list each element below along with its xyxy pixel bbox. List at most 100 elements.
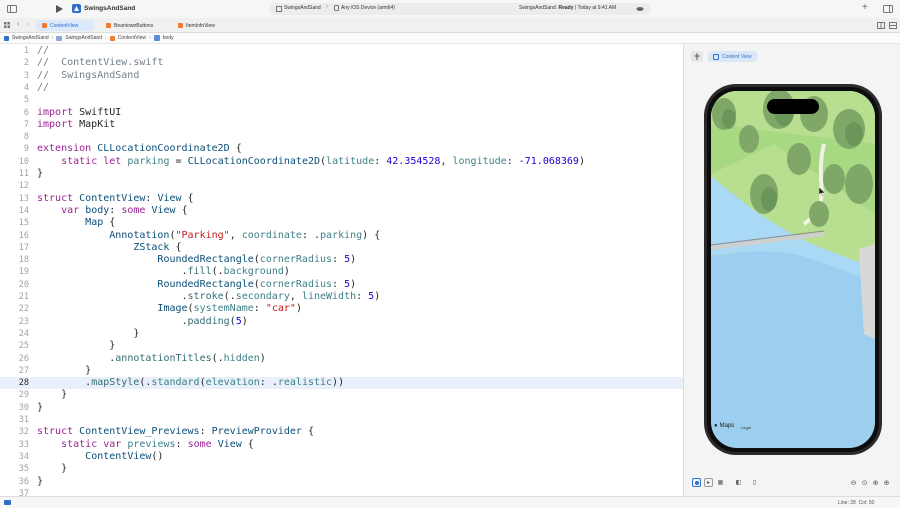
code-line[interactable]: 27 } — [0, 365, 683, 377]
code-token: previews — [127, 438, 176, 450]
cloud-icon[interactable] — [636, 5, 644, 12]
code-token: // ContentView.swift — [37, 57, 164, 69]
editor-options-icon[interactable] — [888, 21, 897, 30]
destination-selector[interactable]: Any iOS Device (arm64) — [341, 5, 395, 11]
zoom-fit-icon[interactable]: ⊙ — [860, 478, 869, 487]
code-line[interactable]: 26 .annotationTitles(.hidden) — [0, 353, 683, 365]
breadcrumb-item[interactable]: SwingsAndSand — [65, 35, 102, 41]
code-editor[interactable]: 1 // 2 // ContentView.swift 3 // SwingsAndSan… — [0, 44, 683, 496]
swift-file-icon — [178, 23, 183, 28]
code-token: lineWidth — [301, 291, 357, 302]
code-line[interactable]: 33 static var previews: some View { — [0, 439, 683, 451]
split-editor-icon[interactable] — [876, 21, 885, 30]
live-preview-button[interactable] — [692, 478, 701, 487]
code-token: , — [229, 229, 242, 241]
code-line[interactable]: 6 import SwiftUI — [0, 107, 683, 119]
property-icon — [153, 35, 160, 41]
code-token: } — [37, 463, 68, 475]
code-line[interactable]: 22 Image(systemName: "car") — [0, 303, 683, 315]
code-line[interactable]: 16 Annotation("Parking", coordinate: .pa… — [0, 230, 683, 242]
code-line[interactable]: 14 var body: some View { — [0, 205, 683, 217]
zoom-100-icon[interactable]: ⊕ — [871, 478, 880, 487]
code-line[interactable]: 23 .padding(5) — [0, 316, 683, 328]
code-line[interactable]: 28 .mapStyle(.standard(elevation: .reali… — [0, 377, 683, 390]
zoom-in-icon[interactable]: ⊕ — [882, 478, 891, 487]
line-number: 26 — [18, 353, 29, 364]
code-token: ) — [295, 303, 302, 315]
folder-icon — [56, 35, 63, 41]
code-token: ) — [350, 278, 357, 290]
code-line[interactable]: 18 RoundedRectangle(cornerRadius: 5) — [0, 254, 683, 266]
code-token: some — [121, 204, 146, 216]
code-line[interactable]: 1 // — [0, 45, 683, 57]
breadcrumb-item[interactable]: SwingsAndSand — [12, 35, 49, 41]
code-line[interactable]: 17 ZStack { — [0, 242, 683, 254]
variants-button[interactable]: ▦ — [716, 478, 725, 487]
code-token: : — [356, 291, 369, 302]
code-line[interactable]: 7 import MapKit — [0, 119, 683, 131]
code-line[interactable]: 12 — [0, 180, 683, 192]
code-token: : — [175, 438, 188, 450]
code-line[interactable]: 21 .stroke(.secondary, lineWidth: 5) — [0, 291, 683, 303]
selectable-button[interactable]: ▸ — [704, 478, 713, 487]
tab-beantownbuttons[interactable]: BeantownButtons — [100, 20, 159, 31]
code-line[interactable]: 20 RoundedRectangle(cornerRadius: 5) — [0, 279, 683, 291]
code-line[interactable]: 25 } — [0, 340, 683, 352]
add-icon[interactable]: + — [862, 2, 868, 13]
code-line[interactable]: 32 struct ContentView_Previews: PreviewPr… — [0, 426, 683, 438]
code-line[interactable]: 15 Map { — [0, 217, 683, 229]
code-line[interactable]: 30} — [0, 402, 683, 414]
forward-icon[interactable]: › — [27, 19, 30, 28]
code-token: SwiftUI — [73, 106, 122, 118]
scheme-selector[interactable]: SwingsAndSand — [284, 5, 321, 11]
code-token: body — [85, 204, 110, 216]
run-button[interactable] — [54, 4, 64, 14]
code-line[interactable]: 3 // SwingsAndSand — [0, 70, 683, 82]
code-line[interactable]: 19 .fill(.background) — [0, 266, 683, 278]
tab-iteminfoview[interactable]: ItemInfoView — [172, 20, 221, 31]
debug-area-toggle-icon[interactable] — [4, 500, 11, 505]
preview-pin-button[interactable]: Content View — [708, 51, 757, 62]
code-text: // — [37, 82, 49, 94]
code-line[interactable]: 34 ContentView() — [0, 451, 683, 463]
code-token: hidden — [223, 352, 260, 364]
code-token: : — [199, 426, 212, 438]
code-token: fill — [187, 266, 212, 278]
device-settings-button[interactable]: ◧ — [734, 478, 743, 487]
code-line[interactable]: 11} — [0, 168, 683, 180]
back-icon[interactable]: ‹ — [17, 19, 20, 28]
code-line[interactable]: 8 — [0, 131, 683, 143]
breadcrumb-item[interactable]: ContentView — [118, 35, 146, 41]
code-line[interactable]: 9 extension CLLocationCoordinate2D { — [0, 143, 683, 155]
pin-icon[interactable] — [691, 51, 703, 62]
code-token: background — [223, 266, 284, 278]
inspector-toggle-icon[interactable] — [882, 4, 894, 14]
zoom-out-icon[interactable]: ⊖ — [849, 478, 858, 487]
code-token: . — [37, 291, 188, 302]
code-line[interactable]: 29 } — [0, 389, 683, 401]
code-line[interactable]: 37 — [0, 488, 683, 496]
breadcrumb-item[interactable]: body — [163, 35, 174, 41]
code-line[interactable]: 36} — [0, 476, 683, 488]
code-line[interactable]: 4 // — [0, 82, 683, 94]
code-token: } — [37, 475, 44, 487]
code-text: static let parking = CLLocationCoordinat… — [37, 156, 585, 168]
cursor-icon: ▸ — [706, 480, 710, 486]
legal-link[interactable]: Legal — [741, 425, 751, 430]
code-line[interactable]: 13 struct ContentView: View { — [0, 193, 683, 205]
code-line[interactable]: 10 static let parking = CLLocationCoordi… — [0, 156, 683, 168]
tab-contentview[interactable]: ContentView — [36, 20, 94, 31]
device-button[interactable]: ▯ — [750, 478, 759, 487]
code-line[interactable]: 5 — [0, 94, 683, 106]
code-line[interactable]: 31 — [0, 414, 683, 426]
code-line[interactable]: 35 } — [0, 463, 683, 475]
grid-icon[interactable] — [3, 21, 11, 29]
code-token: MapKit — [73, 118, 116, 130]
code-text: Image(systemName: "car") — [37, 303, 302, 315]
code-token: ) — [259, 352, 266, 364]
code-line[interactable]: 2 // ContentView.swift — [0, 57, 683, 69]
status-bar: Line: 28 Col: 50 — [0, 496, 900, 508]
sidebar-toggle-icon[interactable] — [6, 4, 18, 14]
code-line[interactable]: 24 } — [0, 328, 683, 340]
